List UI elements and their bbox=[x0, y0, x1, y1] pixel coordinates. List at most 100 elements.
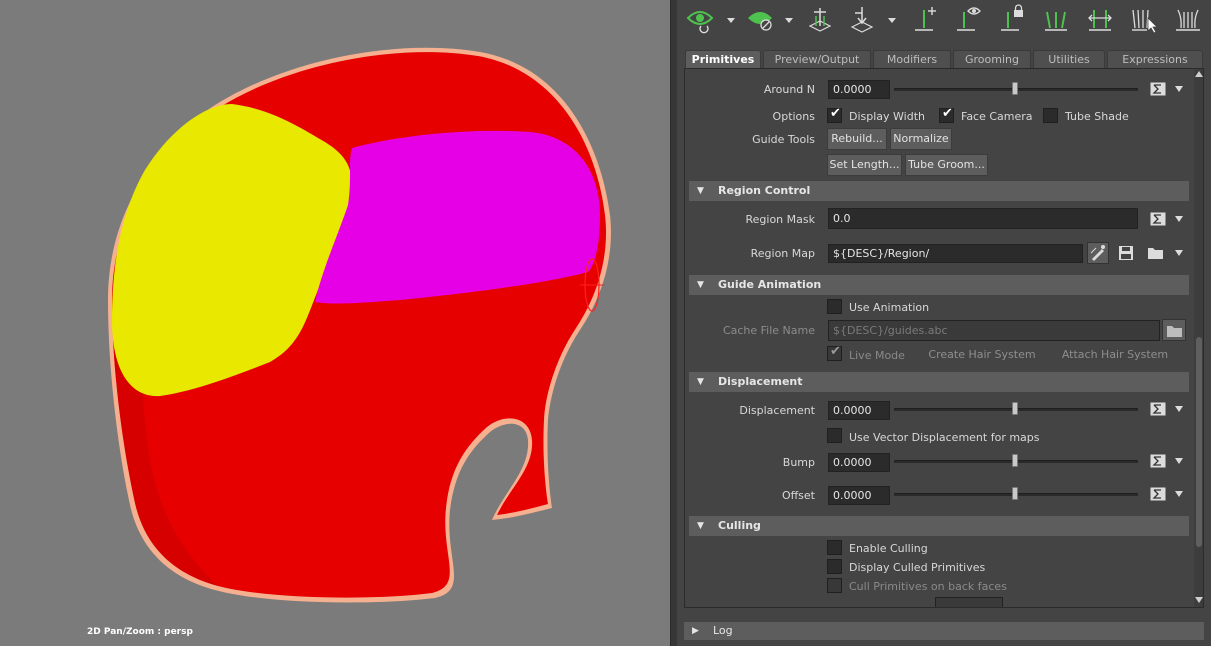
enable-culling-label: Enable Culling bbox=[849, 542, 928, 555]
scroll-down-icon[interactable] bbox=[1195, 597, 1203, 603]
expression-icon[interactable] bbox=[1150, 487, 1166, 501]
view-guide-icon[interactable] bbox=[953, 3, 983, 35]
region-mask-label: Region Mask bbox=[745, 213, 816, 226]
tab-bar: Primitives Preview/Output Modifiers Groo… bbox=[685, 50, 1203, 68]
chevron-right-icon: ▶ bbox=[692, 626, 699, 636]
use-animation-label: Use Animation bbox=[849, 301, 930, 314]
paint-map-button[interactable] bbox=[1087, 242, 1109, 264]
tab-primitives[interactable]: Primitives bbox=[685, 50, 761, 68]
attach-hair-system-button[interactable]: Attach Hair System bbox=[1050, 345, 1180, 367]
tab-grooming[interactable]: Grooming bbox=[953, 50, 1031, 68]
display-width-label: Display Width bbox=[849, 110, 926, 123]
display-width-checkbox[interactable]: ✔ bbox=[827, 106, 842, 123]
folder-icon bbox=[1167, 326, 1182, 337]
select-guide-icon[interactable] bbox=[1129, 3, 1159, 35]
cull-back-faces-checkbox[interactable] bbox=[827, 578, 842, 593]
enable-culling-checkbox[interactable] bbox=[827, 540, 842, 555]
move-guide-icon[interactable] bbox=[847, 3, 877, 35]
checkmark-icon: ✔ bbox=[830, 344, 841, 359]
display-culled-primitives-label: Display Culled Primitives bbox=[849, 561, 986, 574]
section-title: Displacement bbox=[718, 375, 803, 388]
around-n-field[interactable]: 0.0000 bbox=[828, 80, 890, 99]
browse-cache-button[interactable] bbox=[1162, 319, 1186, 341]
offset-slider-handle[interactable] bbox=[1012, 487, 1018, 500]
cache-file-name-field[interactable]: ${DESC}/guides.abc bbox=[828, 320, 1160, 341]
xgen-panel: Primitives Preview/Output Modifiers Groo… bbox=[677, 0, 1211, 646]
comb-guide-icon[interactable] bbox=[1041, 3, 1071, 35]
create-hair-system-button[interactable]: Create Hair System bbox=[922, 345, 1042, 367]
set-length-button[interactable]: Set Length... bbox=[827, 154, 902, 176]
chevron-down-icon[interactable] bbox=[1174, 249, 1184, 257]
expression-icon[interactable] bbox=[1150, 402, 1166, 416]
culling-section-header[interactable]: ▼ Culling bbox=[689, 516, 1189, 536]
panel-splitter[interactable] bbox=[670, 0, 677, 646]
region-eye-icon[interactable] bbox=[745, 3, 775, 35]
xgen-toolbar bbox=[677, 0, 1211, 42]
region-mask-field[interactable]: 0.0 bbox=[828, 208, 1138, 229]
chevron-down-icon: ▼ bbox=[697, 186, 704, 196]
checkmark-icon: ✔ bbox=[942, 106, 953, 121]
chevron-down-icon[interactable] bbox=[1174, 457, 1184, 465]
log-label: Log bbox=[713, 624, 733, 637]
bump-slider-handle[interactable] bbox=[1012, 454, 1018, 467]
viewport-camera-label: 2D Pan/Zoom : persp bbox=[87, 627, 193, 637]
tube-groom-button[interactable]: Tube Groom... bbox=[905, 154, 988, 176]
flatten-guide-icon[interactable] bbox=[1173, 3, 1203, 35]
use-vector-displacement-label: Use Vector Displacement for maps bbox=[849, 431, 1040, 444]
scroll-up-icon[interactable] bbox=[1195, 71, 1203, 77]
live-mode-label: Live Mode bbox=[849, 349, 905, 362]
guide-visibility-eye-icon[interactable] bbox=[685, 3, 715, 35]
display-culled-primitives-checkbox[interactable] bbox=[827, 559, 842, 574]
chevron-down-icon[interactable] bbox=[1174, 405, 1184, 413]
section-title: Culling bbox=[718, 519, 761, 532]
chevron-down-icon[interactable] bbox=[1174, 490, 1184, 498]
add-guide-icon[interactable] bbox=[805, 3, 835, 35]
region-control-section-header[interactable]: ▼ Region Control bbox=[689, 181, 1189, 201]
cull-angle-field[interactable] bbox=[935, 597, 1003, 607]
tab-expressions[interactable]: Expressions bbox=[1107, 50, 1203, 68]
chevron-down-icon[interactable] bbox=[784, 15, 794, 25]
bump-label: Bump bbox=[782, 456, 815, 469]
tab-utilities[interactable]: Utilities bbox=[1033, 50, 1105, 68]
log-section-header[interactable]: ▶ Log bbox=[684, 622, 1204, 640]
add-single-guide-icon[interactable] bbox=[909, 3, 939, 35]
cache-file-name-label: Cache File Name bbox=[722, 324, 815, 337]
guide-animation-section-header[interactable]: ▼ Guide Animation bbox=[689, 275, 1189, 295]
checkmark-icon: ✔ bbox=[830, 106, 841, 121]
rebuild-button[interactable]: Rebuild... bbox=[827, 128, 887, 150]
bump-field[interactable]: 0.0000 bbox=[828, 453, 890, 472]
expression-icon[interactable] bbox=[1150, 454, 1166, 468]
vertical-scrollbar[interactable] bbox=[1194, 69, 1203, 607]
displacement-slider-handle[interactable] bbox=[1012, 402, 1018, 415]
face-camera-checkbox[interactable]: ✔ bbox=[939, 106, 954, 123]
scroll-thumb[interactable] bbox=[1196, 337, 1202, 547]
tab-modifiers[interactable]: Modifiers bbox=[873, 50, 951, 68]
chevron-down-icon: ▼ bbox=[697, 377, 704, 387]
region-map-label: Region Map bbox=[750, 247, 815, 260]
around-n-label: Around N bbox=[763, 83, 815, 96]
3d-viewport[interactable]: 2D Pan/Zoom : persp bbox=[0, 0, 670, 646]
lock-guide-icon[interactable] bbox=[997, 3, 1027, 35]
region-map-field[interactable]: ${DESC}/Region/ bbox=[828, 244, 1083, 263]
use-vector-displacement-checkbox[interactable] bbox=[827, 428, 842, 443]
save-icon[interactable] bbox=[1118, 245, 1134, 261]
scale-guide-icon[interactable] bbox=[1085, 3, 1115, 35]
tube-shade-checkbox[interactable] bbox=[1043, 108, 1058, 123]
tab-preview-output[interactable]: Preview/Output bbox=[763, 50, 871, 68]
chevron-down-icon[interactable] bbox=[1174, 215, 1184, 223]
displacement-field[interactable]: 0.0000 bbox=[828, 401, 890, 420]
chevron-down-icon[interactable] bbox=[726, 15, 736, 25]
chevron-down-icon[interactable] bbox=[1174, 85, 1184, 93]
expression-icon[interactable] bbox=[1150, 82, 1166, 96]
offset-field[interactable]: 0.0000 bbox=[828, 486, 890, 505]
live-mode-checkbox[interactable]: ✔ bbox=[827, 344, 842, 361]
use-animation-checkbox[interactable] bbox=[827, 299, 842, 314]
folder-icon[interactable] bbox=[1147, 246, 1165, 260]
options-label: Options bbox=[772, 110, 815, 123]
expression-icon[interactable] bbox=[1150, 212, 1166, 226]
guide-tools-label: Guide Tools bbox=[752, 133, 815, 146]
around-n-slider-handle[interactable] bbox=[1012, 82, 1018, 95]
normalize-button[interactable]: Normalize bbox=[890, 128, 952, 150]
displacement-section-header[interactable]: ▼ Displacement bbox=[689, 372, 1189, 392]
chevron-down-icon[interactable] bbox=[887, 15, 897, 25]
